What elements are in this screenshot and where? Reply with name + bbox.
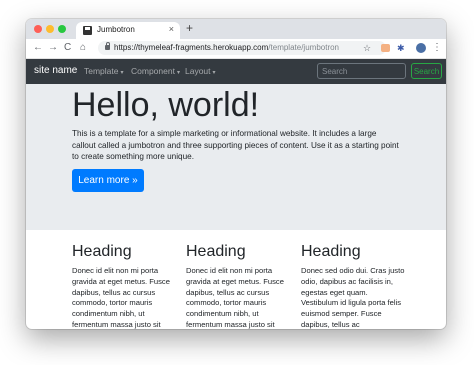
column-heading: Heading <box>301 243 361 260</box>
site-navbar: site name Template ▾ Component ▾ Layout ▾ S… <box>26 59 446 84</box>
jumbotron: Hello, world! This is a template for a s… <box>26 84 446 230</box>
zoom-window-button[interactable] <box>58 25 66 33</box>
column-text: Donec id elit non mi porta gravida at eg… <box>72 266 170 329</box>
url-path: /template/jumbotron <box>268 43 339 52</box>
content-column-1: Heading Donec id elit non mi porta gravi… <box>72 242 176 329</box>
url-text: https://thymeleaf-fragments.herokuapp.co… <box>114 43 339 52</box>
column-text: Donec sed odio dui. Cras justo odio, dap… <box>301 266 405 329</box>
learn-more-button[interactable]: Learn more » <box>72 169 144 192</box>
column-text: Donec id elit non mi porta gravida at eg… <box>186 266 284 329</box>
favicon-icon <box>83 26 92 35</box>
column-heading: Heading <box>186 243 246 260</box>
search-button[interactable]: Search <box>411 63 442 79</box>
nav-item-template[interactable]: Template ▾ <box>84 66 124 76</box>
caret-down-icon: ▾ <box>120 70 124 76</box>
content-column-2: Heading Donec id elit non mi porta gravi… <box>186 242 290 329</box>
profile-avatar[interactable] <box>416 43 426 53</box>
browser-tab[interactable]: Jumbotron × <box>76 22 180 39</box>
search-input[interactable] <box>317 63 406 79</box>
tab-close-icon[interactable]: × <box>169 24 174 34</box>
address-bar[interactable]: https://thymeleaf-fragments.herokuapp.co… <box>98 41 386 55</box>
nav-item-layout[interactable]: Layout ▾ <box>185 66 216 76</box>
new-tab-button[interactable]: + <box>186 21 193 35</box>
bookmark-star-icon[interactable]: ☆ <box>363 42 371 54</box>
jumbotron-title: Hello, world! <box>72 86 260 124</box>
nav-item-component[interactable]: Component ▾ <box>131 66 180 76</box>
jumbotron-text: This is a template for a simple marketin… <box>72 129 399 161</box>
nav-item-label: Template <box>84 66 119 76</box>
browser-window: Jumbotron × + ← → C ⌂ https://thymeleaf-… <box>26 19 446 329</box>
nav-item-label: Component <box>131 66 175 76</box>
content-column-3: Heading Donec sed odio dui. Cras justo o… <box>301 242 405 329</box>
tab-bar: Jumbotron × + <box>26 19 446 39</box>
close-window-button[interactable] <box>34 25 42 33</box>
minimize-window-button[interactable] <box>46 25 54 33</box>
browser-menu-icon[interactable]: ⋮ <box>432 42 442 54</box>
url-host: https://thymeleaf-fragments.herokuapp.co… <box>114 43 269 52</box>
nav-item-label: Layout <box>185 66 211 76</box>
column-heading: Heading <box>72 243 132 260</box>
back-button[interactable]: ← <box>33 41 43 55</box>
extension-icon[interactable] <box>381 44 390 52</box>
tab-title: Jumbotron <box>97 25 135 34</box>
caret-down-icon: ▾ <box>176 70 180 76</box>
caret-down-icon: ▾ <box>212 70 216 76</box>
extension-puzzle-icon[interactable]: ✱ <box>397 42 405 54</box>
browser-toolbar: ← → C ⌂ https://thymeleaf-fragments.hero… <box>26 39 446 59</box>
site-brand[interactable]: site name <box>34 65 77 76</box>
lock-icon <box>105 42 110 50</box>
reload-button[interactable]: C <box>64 41 71 55</box>
forward-button[interactable]: → <box>48 41 58 55</box>
home-button[interactable]: ⌂ <box>80 41 86 55</box>
